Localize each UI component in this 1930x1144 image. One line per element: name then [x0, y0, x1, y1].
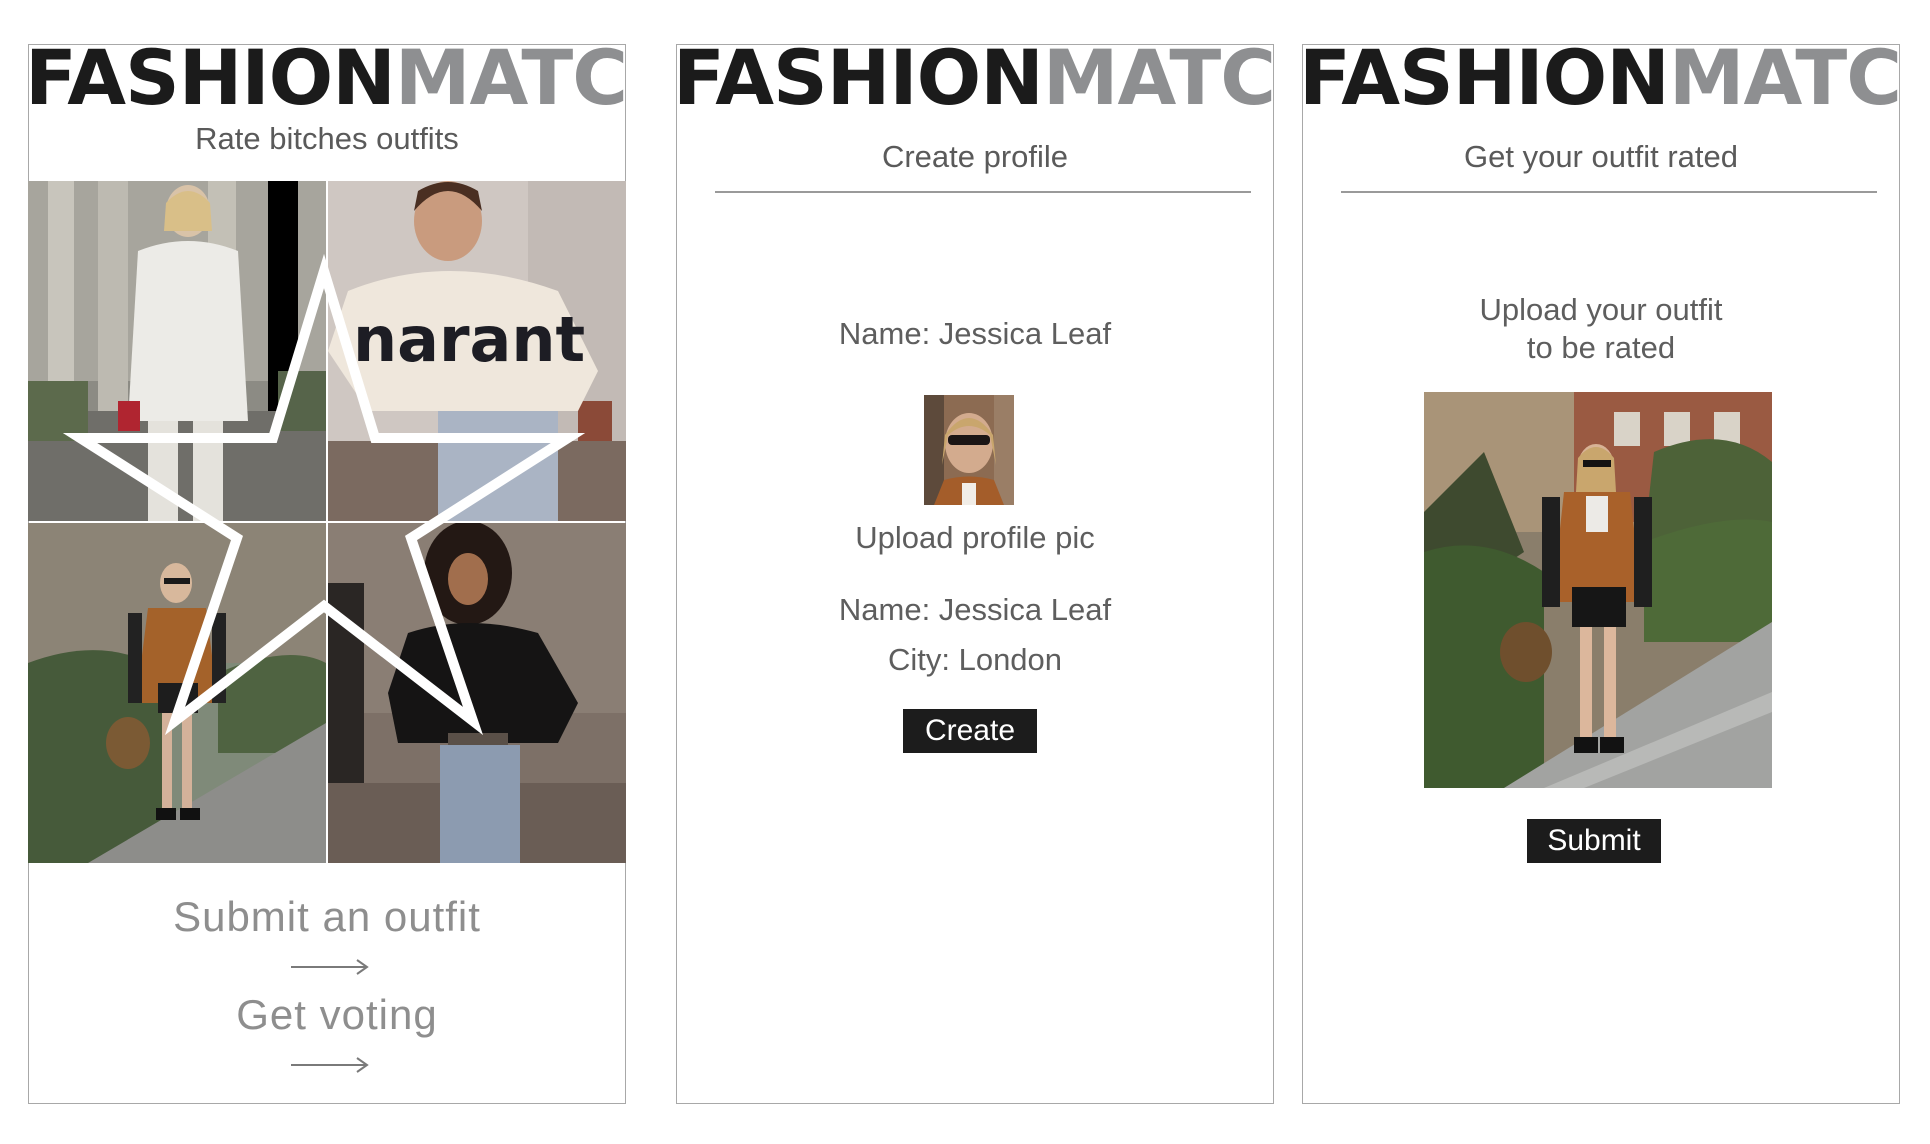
create-profile-screen: FASHIONMATCH Create profile Name: Jessic… [673, 35, 1279, 1104]
logo-fashion: FASHION [1299, 35, 1670, 121]
divider [1341, 191, 1877, 193]
profile-pic[interactable] [924, 395, 1014, 505]
page-title: Get your outfit rated [1464, 139, 1738, 174]
submit-outfit-link[interactable]: Submit an outfit [29, 893, 625, 941]
home-screen: FASHIONMATCH Rate bitches outfits [25, 35, 631, 1104]
get-voting-link[interactable]: Get voting [49, 991, 625, 1039]
logo-fashion: FASHION [673, 35, 1044, 121]
name-label: Name: Jessica Leaf [838, 316, 1112, 351]
logo-match: MATCH [1042, 35, 1279, 121]
logo-match: MATCH [394, 35, 631, 121]
outfit-upload-image[interactable] [1424, 392, 1772, 788]
app-logo: FASHIONMATCH [25, 35, 631, 121]
logo-match: MATCH [1668, 35, 1905, 121]
create-button[interactable]: Create [903, 709, 1037, 753]
profile-name: Name: Jessica Leaf [838, 592, 1112, 627]
arrow-right-icon[interactable] [291, 958, 371, 976]
upload-outfit-line-1: Upload your outfit [1479, 292, 1723, 327]
page-title: Create profile [881, 139, 1069, 174]
get-rated-screen: FASHIONMATCH Get your outfit rated Uploa… [1299, 35, 1905, 1104]
star-icon [62, 253, 586, 736]
outfit-grid[interactable]: narant [28, 181, 626, 863]
logo-fashion: FASHION [25, 35, 396, 121]
app-logo: FASHIONMATCH [673, 35, 1279, 121]
upload-profile-pic-link[interactable]: Upload profile pic [677, 519, 1273, 557]
home-subtitle: Rate bitches outfits [195, 121, 459, 156]
submit-button[interactable]: Submit [1527, 819, 1661, 863]
app-logo: FASHIONMATCH [1299, 35, 1905, 121]
upload-outfit-line-2: to be rated [1526, 330, 1676, 365]
profile-city: City: London [887, 642, 1063, 677]
arrow-right-icon[interactable] [291, 1056, 371, 1074]
divider [715, 191, 1251, 193]
